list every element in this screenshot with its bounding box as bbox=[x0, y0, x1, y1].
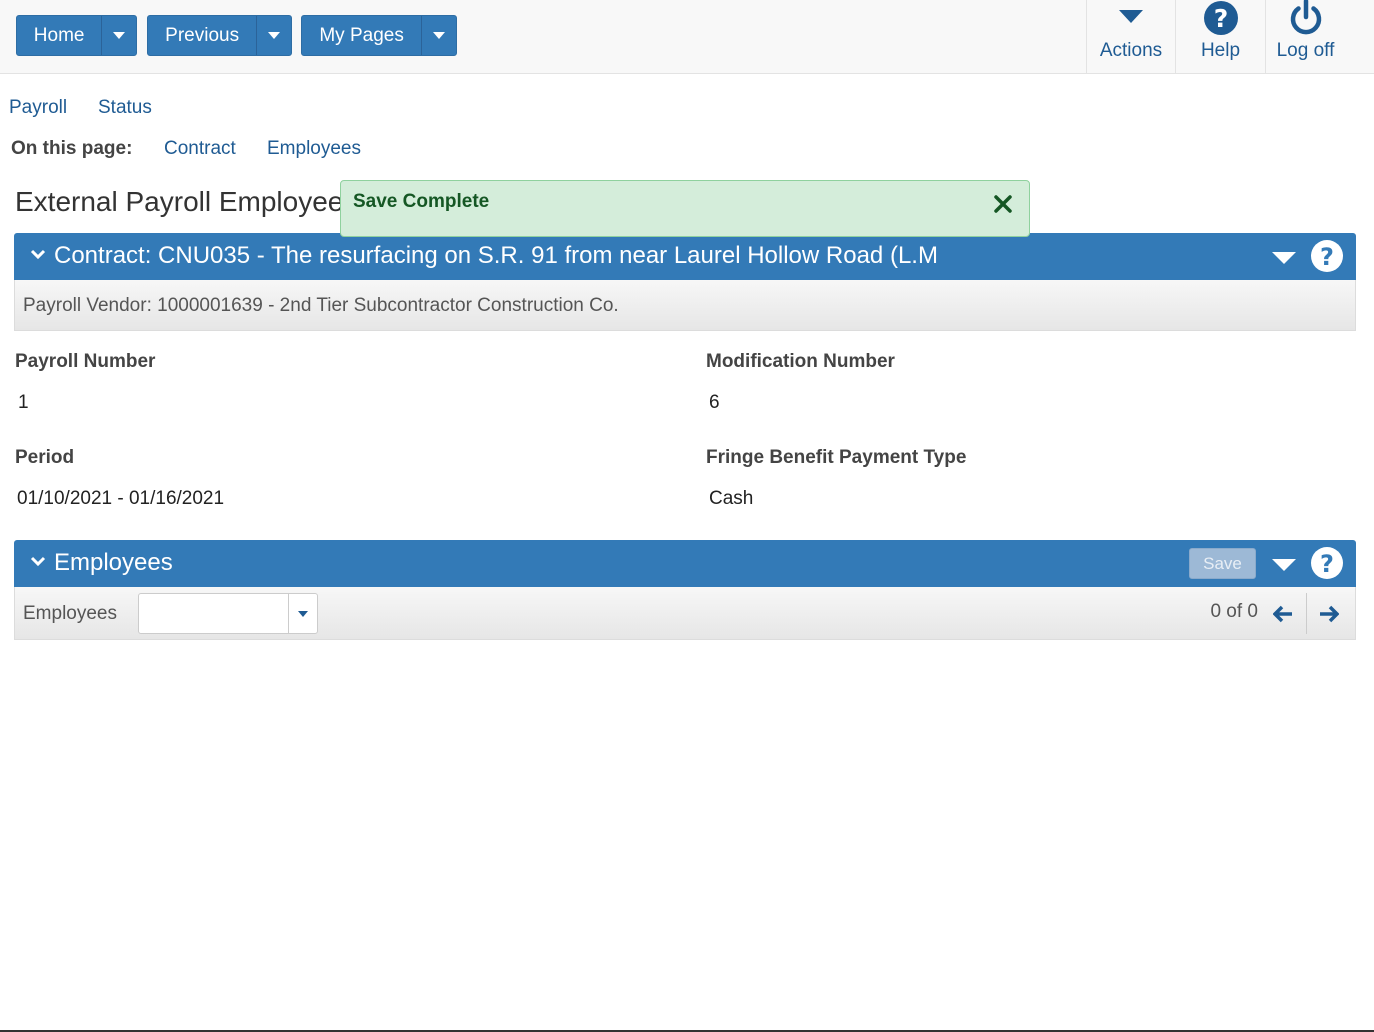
caret-down-icon bbox=[433, 32, 446, 39]
next-record-button[interactable] bbox=[1309, 595, 1349, 633]
caret-down-icon bbox=[1119, 10, 1143, 23]
pager-divider bbox=[1306, 593, 1307, 634]
employees-panel-toolbar: Employees 0 of 0 bbox=[14, 587, 1356, 640]
record-pager-count: 0 of 0 bbox=[1210, 601, 1258, 622]
modification-number-value: 6 bbox=[709, 392, 720, 413]
help-icon: ? bbox=[1203, 1, 1238, 35]
arrow-right-icon bbox=[1320, 605, 1339, 623]
fringe-benefit-value: Cash bbox=[709, 488, 754, 509]
help-icon[interactable]: ? bbox=[1310, 546, 1344, 580]
chevron-down-icon[interactable] bbox=[30, 248, 46, 260]
previous-record-button[interactable] bbox=[1263, 595, 1303, 633]
previous-button[interactable]: Previous bbox=[148, 16, 258, 55]
actions-label: Actions bbox=[1099, 40, 1163, 61]
home-button-group: Home bbox=[16, 15, 137, 56]
help-button[interactable]: ? Help bbox=[1175, 0, 1265, 73]
chevron-down-icon[interactable] bbox=[30, 555, 46, 567]
previous-dropdown-toggle[interactable] bbox=[257, 16, 291, 55]
previous-button-group: Previous bbox=[147, 15, 292, 56]
help-icon[interactable]: ? bbox=[1310, 239, 1344, 273]
svg-text:?: ? bbox=[1213, 4, 1228, 33]
save-complete-alert: Save Complete bbox=[340, 180, 1030, 237]
home-button[interactable]: Home bbox=[17, 16, 103, 55]
panel-menu-caret-icon[interactable] bbox=[1272, 559, 1296, 571]
breadcrumb-payroll-link[interactable]: Payroll bbox=[9, 97, 67, 119]
jump-employees-link[interactable]: Employees bbox=[267, 138, 361, 160]
caret-down-icon bbox=[298, 610, 308, 617]
payroll-number-label: Payroll Number bbox=[15, 351, 156, 372]
close-icon[interactable] bbox=[992, 193, 1014, 215]
alert-message: Save Complete bbox=[353, 191, 490, 212]
payroll-number-value: 1 bbox=[18, 392, 29, 413]
actions-menu[interactable]: Actions bbox=[1086, 0, 1175, 73]
contract-panel-subheader: Payroll Vendor: 1000001639 - 2nd Tier Su… bbox=[14, 280, 1356, 331]
my-pages-dropdown-toggle[interactable] bbox=[422, 16, 456, 55]
period-label: Period bbox=[15, 447, 75, 468]
my-pages-button-group: My Pages bbox=[301, 15, 457, 56]
home-dropdown-toggle[interactable] bbox=[102, 16, 136, 55]
caret-down-icon bbox=[268, 32, 281, 39]
svg-text:?: ? bbox=[1320, 550, 1334, 578]
help-label: Help bbox=[1200, 40, 1241, 61]
jump-contract-link[interactable]: Contract bbox=[164, 138, 236, 160]
modification-number-label: Modification Number bbox=[706, 351, 895, 372]
arrow-left-icon bbox=[1273, 605, 1292, 623]
log-off-button[interactable]: Log off bbox=[1265, 0, 1345, 73]
fringe-benefit-label: Fringe Benefit Payment Type bbox=[706, 447, 967, 468]
contract-panel-title: Contract: CNU035 - The resurfacing on S.… bbox=[54, 242, 938, 269]
employees-panel-header[interactable]: Employees Save ? bbox=[14, 540, 1356, 587]
contract-panel-header[interactable]: Contract: CNU035 - The resurfacing on S.… bbox=[14, 233, 1356, 280]
breadcrumb-status-link[interactable]: Status bbox=[98, 97, 152, 119]
svg-text:?: ? bbox=[1320, 243, 1334, 271]
page-title: External Payroll Employees bbox=[15, 186, 358, 217]
employees-selector[interactable] bbox=[138, 593, 318, 634]
log-off-label: Log off bbox=[1276, 40, 1335, 61]
top-navigation-bar: Home Previous My Pages Actions ? Help Lo… bbox=[0, 0, 1374, 74]
employees-panel-title: Employees bbox=[54, 549, 173, 576]
employees-selector-label: Employees bbox=[23, 603, 117, 624]
on-this-page-label: On this page: bbox=[11, 138, 133, 159]
employees-selector-toggle[interactable] bbox=[288, 594, 317, 633]
payroll-vendor-text: Payroll Vendor: 1000001639 - 2nd Tier Su… bbox=[23, 295, 619, 316]
period-value: 01/10/2021 - 01/16/2021 bbox=[17, 488, 225, 509]
power-icon bbox=[1290, 0, 1321, 35]
my-pages-button[interactable]: My Pages bbox=[302, 16, 423, 55]
caret-down-icon bbox=[113, 32, 126, 39]
save-button[interactable]: Save bbox=[1189, 548, 1256, 579]
panel-menu-caret-icon[interactable] bbox=[1272, 252, 1296, 264]
